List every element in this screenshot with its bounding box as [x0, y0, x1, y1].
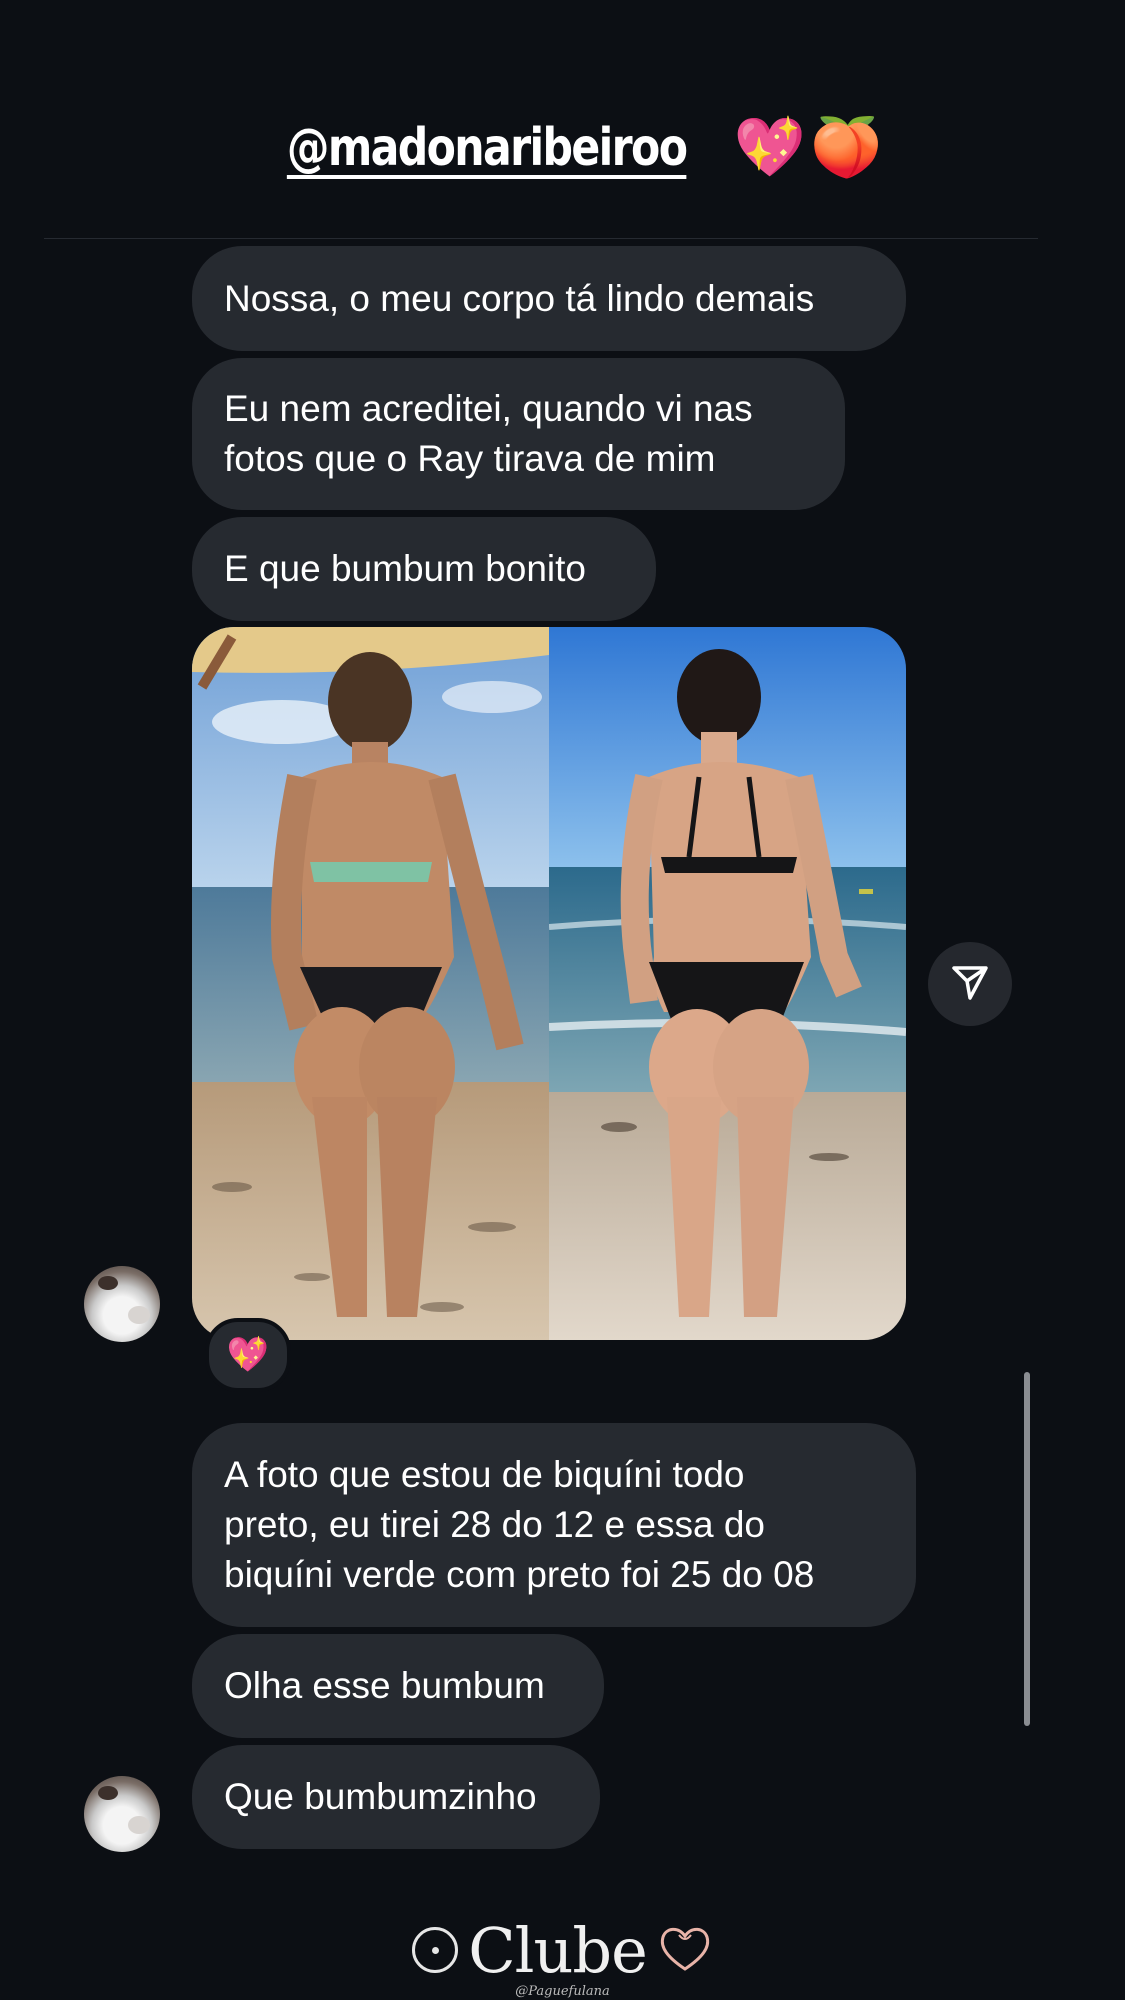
- heart-outline-icon: [657, 1923, 713, 1978]
- message-bubble[interactable]: Nossa, o meu corpo tá lindo demais: [192, 246, 906, 351]
- message-bubble[interactable]: Que bumbumzinho: [192, 1745, 600, 1849]
- message-text: Nossa, o meu corpo tá lindo demais: [224, 277, 815, 319]
- message-text-line: fotos que o Ray tirava de mim: [224, 438, 716, 479]
- peach-emoji: 🍑: [810, 114, 883, 180]
- message-text-line: preto, eu tirei 28 do 12 e essa do: [224, 1504, 765, 1545]
- watermark: Clube: [0, 1913, 1125, 1987]
- chat-header: @madonaribeiroo 💖 🍑: [0, 100, 1125, 195]
- message-text-line: A foto que estou de biquíni todo: [224, 1454, 745, 1495]
- message-text-line: biquíni verde com preto foi 25 do 08: [224, 1554, 815, 1595]
- message-bubble[interactable]: Olha esse bumbum: [192, 1634, 604, 1738]
- scrollbar[interactable]: [1024, 1372, 1030, 1726]
- photo-left-panel: [192, 627, 549, 1340]
- sparkling-heart-emoji: 💖: [733, 114, 807, 180]
- photo-right-panel: [549, 627, 906, 1340]
- reaction-badge[interactable]: 💖: [205, 1318, 291, 1392]
- watermark-brand: Clube: [468, 1913, 648, 1987]
- message-text: Olha esse bumbum: [224, 1665, 545, 1706]
- message-bubble[interactable]: A foto que estou de biquíni todo preto, …: [192, 1423, 916, 1627]
- header-divider: [44, 238, 1038, 239]
- message-bubble[interactable]: Eu nem acreditei, quando vi nas fotos qu…: [192, 358, 845, 510]
- sparkling-heart-emoji: 💖: [226, 1336, 270, 1374]
- message-text-line: Eu nem acreditei, quando vi nas: [224, 388, 753, 429]
- send-icon: [950, 962, 990, 1007]
- share-button[interactable]: [928, 942, 1012, 1026]
- username-link[interactable]: @madonaribeiroo: [287, 118, 688, 178]
- shared-photo[interactable]: [192, 627, 906, 1340]
- circle-dot-icon: [412, 1927, 459, 1973]
- message-text: E que bumbum bonito: [224, 548, 587, 589]
- avatar[interactable]: [84, 1776, 160, 1852]
- avatar[interactable]: [84, 1266, 160, 1342]
- message-text: Que bumbumzinho: [224, 1776, 537, 1817]
- message-bubble[interactable]: E que bumbum bonito: [192, 517, 656, 621]
- watermark-handle: @Paguefulana: [515, 1984, 610, 1999]
